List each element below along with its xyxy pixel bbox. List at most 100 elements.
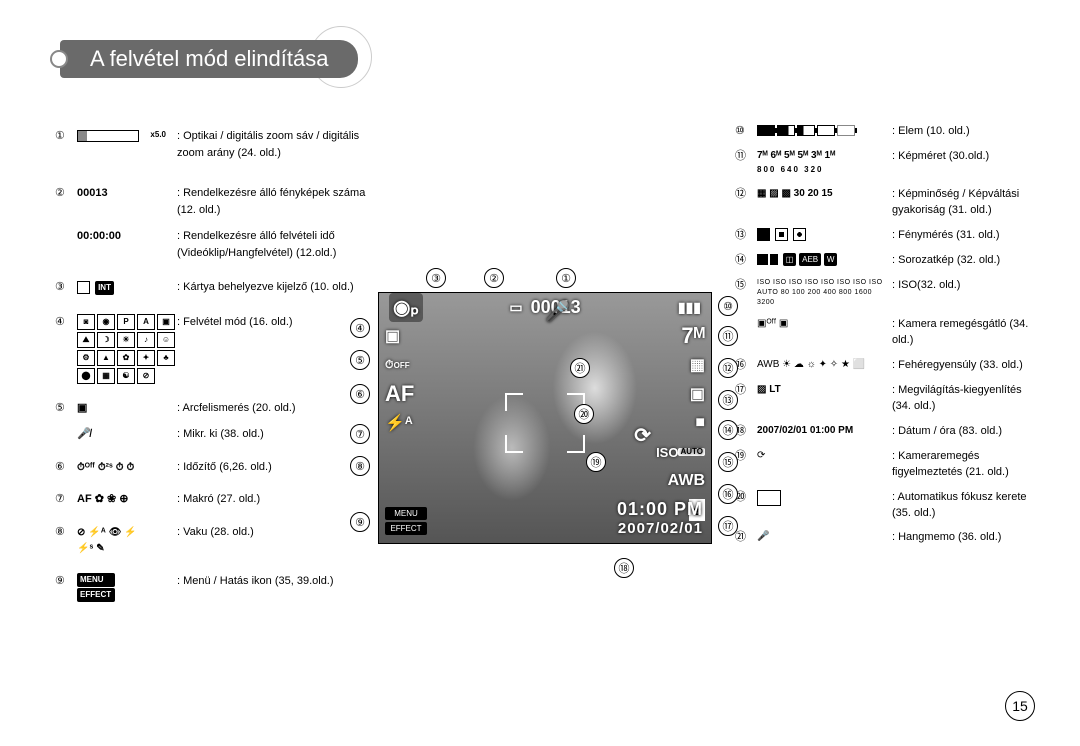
- legend-row: ④ ◙◉PA▣⛰ ☽☀♪☺⚙▲ ✿✦♣⬤▦☯ ⊘ : Felvétel mód …: [55, 314, 375, 384]
- ev-icons: ▨ LT: [757, 383, 892, 398]
- wb-label: AWB: [668, 470, 705, 492]
- legend-icon-text: 00013: [77, 185, 177, 202]
- marker-20: ⑳: [574, 404, 594, 424]
- af-brackets-icon: [505, 393, 585, 453]
- legend-desc: : Dátum / óra (83. old.): [892, 424, 1035, 440]
- legend-num: ⑫: [735, 187, 757, 203]
- timer-icons: ⏱ᴼᶠᶠ⏱²ˢ⏱⏱: [77, 459, 177, 476]
- legend-num: ⑨: [55, 573, 77, 590]
- legend-desc: : Rendelkezésre álló fényképek száma (12…: [177, 185, 375, 218]
- legend-desc: : Vaku (28. old.): [177, 524, 375, 541]
- legend-num: ⑰: [735, 383, 757, 399]
- marker-18: ⑱: [614, 558, 634, 578]
- legend-row: ⑥ ⏱ᴼᶠᶠ⏱²ˢ⏱⏱ : Időzítő (6,26. old.): [55, 459, 375, 476]
- legend-row: ⑮ ISO ISO ISO ISO ISO ISO ISO ISOAUTO 80…: [735, 278, 1035, 308]
- face-icon: ▣: [77, 400, 177, 417]
- legend-row: ① : Optikai / digitális zoom sáv / digit…: [55, 128, 375, 161]
- legend-desc: : Optikai / digitális zoom sáv / digitál…: [177, 128, 375, 161]
- legend-icon-text: 00:00:00: [77, 228, 177, 245]
- drive-icon: ■: [695, 412, 705, 434]
- legend-row: ⑧ ⊘⚡ᴬ👁⚡⚡ˢ✎ : Vaku (28. old.): [55, 524, 375, 557]
- legend-row: 00:00:00 : Rendelkezésre álló felvételi …: [55, 228, 375, 261]
- marker-19: ⑲: [586, 452, 606, 472]
- legend-desc: : Kameraremegés figyelmeztetés (21. old.…: [892, 449, 1035, 481]
- marker-6: ⑥: [350, 384, 370, 404]
- legend-desc: : Menü / Hatás ikon (35, 39.old.): [177, 573, 375, 590]
- legend-num: ⑦: [55, 491, 77, 508]
- lcd-bottom-bar: 01:00 PM 2007/02/01: [379, 499, 711, 537]
- shake-icon: ⟳: [757, 449, 892, 464]
- legend-desc: : Elem (10. old.): [892, 124, 1035, 140]
- lcd-left-bar: ▣ ⏱OFF 🎤 AF ⚡ᴬ: [385, 325, 414, 434]
- legend-row: ▣ᴼᶠᶠ ▣ : Kamera remegésgátló (34. old.): [735, 317, 1035, 349]
- legend-num: ⑱: [735, 424, 757, 440]
- legend-row: ⑤ ▣ : Arcfelismerés (20. old.): [55, 400, 375, 417]
- legend-desc: : Makró (27. old.): [177, 491, 375, 508]
- macro-icons: AF ✿ ❀ ⊕: [77, 491, 177, 508]
- marker-21: ㉑: [570, 358, 590, 378]
- legend-desc: : Fehéregyensúly (33. old.): [892, 358, 1035, 374]
- legend-num: ⑲: [735, 449, 757, 465]
- legend-num: ⑬: [735, 228, 757, 244]
- legend-desc: : Képminőség / Képváltási gyakoriság (31…: [892, 187, 1035, 219]
- marker-12: ⑫: [718, 358, 738, 378]
- marker-2: ②: [484, 268, 504, 288]
- battery-icon: ▮▮▮: [678, 299, 701, 316]
- legend-desc: : Rendelkezésre álló felvételi idő (Vide…: [177, 228, 375, 261]
- legend-num: ⑮: [735, 278, 757, 294]
- mode-icon: ◉ₚ: [389, 293, 423, 322]
- menu-button-label: MENU: [385, 507, 427, 520]
- legend-desc: : Fénymérés (31. old.): [892, 228, 1035, 244]
- legend-desc: : Felvétel mód (16. old.): [177, 314, 375, 331]
- marker-4: ④: [350, 318, 370, 338]
- timer-off-icon: ⏱OFF: [385, 354, 410, 376]
- legend-num: ⑪: [735, 149, 757, 165]
- quality-icons: ▦ ▨ ▩ 30 20 15: [757, 187, 892, 202]
- legend-desc: : Kártya behelyezve kijelző (10. old.): [177, 279, 375, 296]
- wb-icons: AWB ☀ ☁ ☼ ✦ ✧ ★ ⬜: [757, 358, 892, 373]
- flash-icon: ⚡ᴬ: [385, 412, 413, 434]
- legend-desc: : Kamera remegésgátló (34. old.): [892, 317, 1035, 349]
- time-value: 01:00 PM: [379, 499, 703, 520]
- marker-8: ⑧: [350, 456, 370, 476]
- size-icons: 7ᴹ 6ᴹ 5ᴹ 5ᴹ 3ᴹ 1ᴹ800 640 320: [757, 149, 892, 178]
- mic-icon: 🎤: [545, 300, 570, 322]
- legend-row: ⑪ 7ᴹ 6ᴹ 5ᴹ 5ᴹ 3ᴹ 1ᴹ800 640 320 : Képmére…: [735, 149, 1035, 178]
- legend-row: ⑰ ▨ LT : Megvilágítás-kiegyenlítés (34. …: [735, 383, 1035, 415]
- voice-icon: 🎤: [757, 530, 892, 545]
- legend-row: ㉑ 🎤 : Hangmemo (36. old.): [735, 530, 1035, 546]
- legend-desc: : Sorozatkép (32. old.): [892, 253, 1035, 269]
- mic-off-icon: 🎤̸: [77, 426, 177, 443]
- marker-17: ⑰: [718, 516, 738, 536]
- size-sub: 800 640 320: [757, 165, 824, 174]
- legend-num: ①: [55, 128, 77, 145]
- marker-14: ⑭: [718, 420, 738, 440]
- legend-row: ⑩ : Elem (10. old.): [735, 124, 1035, 140]
- flash-icons: ⊘⚡ᴬ👁⚡⚡ˢ✎: [77, 524, 177, 557]
- legend-row: ⑭ ◫ AEB W : Sorozatkép (32. old.): [735, 253, 1035, 269]
- lcd-preview: ▭ 00013 ▮▮▮ ◉ₚ ▣ ⏱OFF 🎤 AF ⚡ᴬ 7ᴹ ▦ ▣ ■ I…: [378, 292, 712, 544]
- legend-num: ⑭: [735, 253, 757, 269]
- legend-row: ⑫ ▦ ▨ ▩ 30 20 15 : Képminőség / Képváltá…: [735, 187, 1035, 219]
- drive-icons: ◫ AEB W: [757, 253, 892, 268]
- menu-effect-buttons: MENU EFFECT: [385, 507, 427, 537]
- legend-num: ⑯: [735, 358, 757, 374]
- legend-num: ③: [55, 279, 77, 296]
- metering-icons: [757, 228, 892, 243]
- legend-row: ⑳ : Automatikus fókusz kerete (35. old.): [735, 490, 1035, 522]
- effect-button-label: EFFECT: [385, 522, 427, 535]
- menu-effect-icon: MENU EFFECT: [77, 573, 177, 602]
- legend-desc: : Képméret (30.old.): [892, 149, 1035, 165]
- datetime-text: 2007/02/01 01:00 PM: [757, 424, 892, 439]
- legend-desc: : ISO(32. old.): [892, 278, 1035, 294]
- lcd-right-bar: 7ᴹ ▦ ▣ ■ ISOAUTO AWB ±: [656, 325, 705, 521]
- page-number: 15: [1005, 691, 1035, 721]
- legend-desc: : Arcfelismerés (20. old.): [177, 400, 375, 417]
- legend-row: 🎤̸ : Mikr. ki (38. old.): [55, 426, 375, 443]
- legend-desc: : Mikr. ki (38. old.): [177, 426, 375, 443]
- page-title-tab: A felvétel mód elindítása: [50, 40, 358, 78]
- legend-num: ②: [55, 185, 77, 202]
- legend-row: ⑦ AF ✿ ❀ ⊕ : Makró (27. old.): [55, 491, 375, 508]
- legend-num: ⑳: [735, 490, 757, 506]
- zoom-bar-icon: [77, 128, 177, 145]
